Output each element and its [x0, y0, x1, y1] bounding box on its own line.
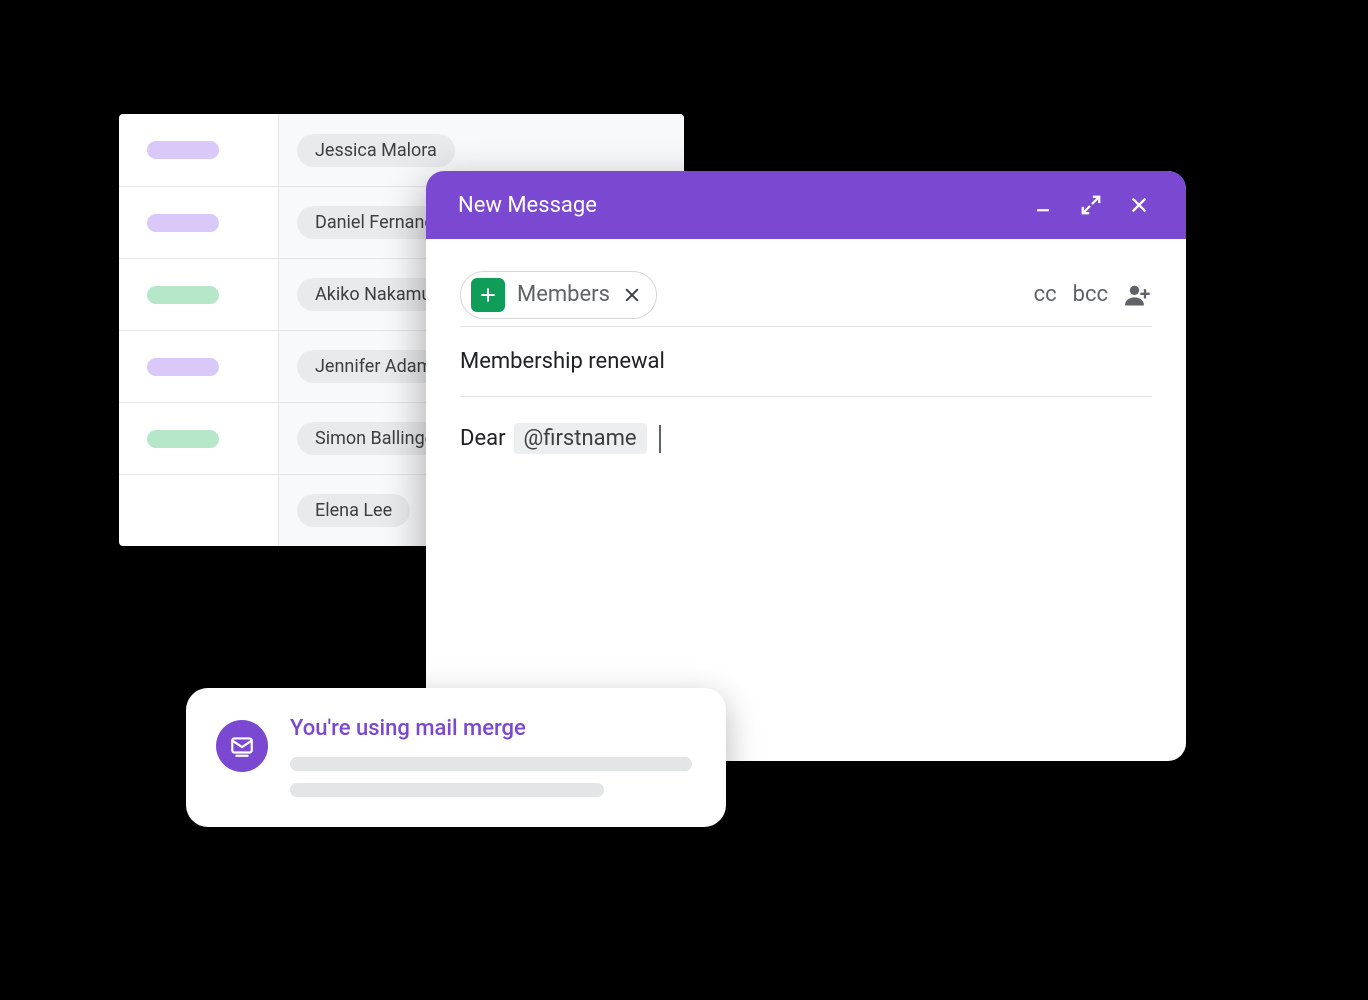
- compose-header: New Message: [426, 171, 1186, 239]
- add-person-icon[interactable]: [1124, 281, 1152, 309]
- placeholder-line: [290, 757, 692, 771]
- recipients-row[interactable]: Members cc bcc: [460, 263, 1152, 327]
- minimize-button[interactable]: [1024, 186, 1062, 224]
- bcc-button[interactable]: bcc: [1073, 282, 1108, 307]
- message-body[interactable]: Dear @firstname: [460, 397, 1152, 454]
- remove-recipient-icon[interactable]: [622, 285, 642, 305]
- expand-icon[interactable]: [1072, 186, 1110, 224]
- mail-merge-notice: You're using mail merge: [186, 688, 726, 827]
- subject-input[interactable]: Membership renewal: [460, 327, 1152, 397]
- status-pill: [147, 286, 219, 304]
- status-pill: [147, 214, 219, 232]
- body-prefix: Dear: [460, 426, 506, 451]
- placeholder-line: [290, 783, 604, 797]
- recipient-chip[interactable]: Members: [460, 271, 657, 319]
- notice-title: You're using mail merge: [290, 716, 692, 741]
- cc-button[interactable]: cc: [1034, 282, 1057, 307]
- status-pill: [147, 358, 219, 376]
- merge-field-token[interactable]: @firstname: [514, 423, 647, 454]
- subject-text: Membership renewal: [460, 349, 665, 374]
- compose-title: New Message: [458, 193, 1024, 218]
- compose-window: New Message Members: [426, 171, 1186, 761]
- contact-chip[interactable]: Jessica Malora: [297, 134, 455, 167]
- mail-merge-icon: [216, 720, 268, 772]
- sheets-icon: [471, 278, 505, 312]
- text-cursor: [659, 425, 661, 453]
- contact-chip[interactable]: Elena Lee: [297, 494, 410, 527]
- recipient-label: Members: [517, 282, 610, 307]
- status-pill: [147, 430, 219, 448]
- status-pill: [147, 141, 219, 159]
- close-icon[interactable]: [1120, 186, 1158, 224]
